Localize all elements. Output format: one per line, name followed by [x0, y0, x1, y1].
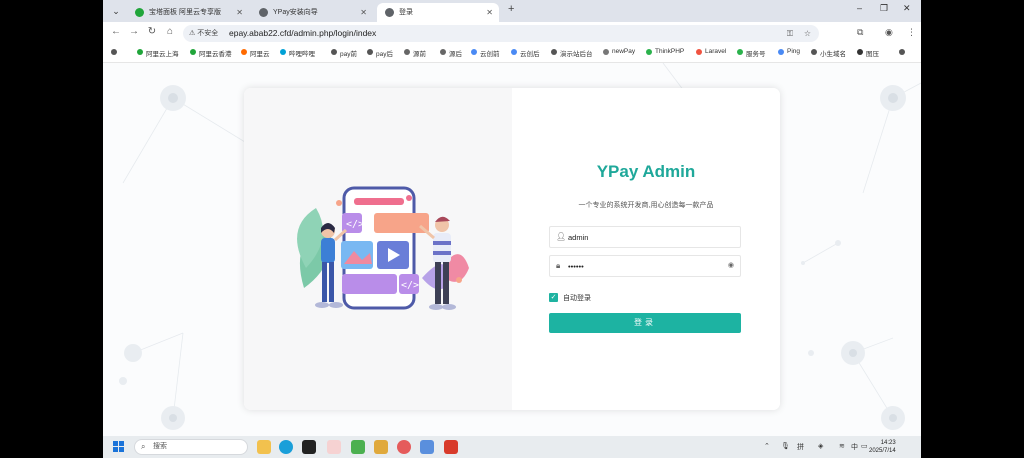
login-card: </> </> YPay Admin 一个专业的系统开发商,用心创造每一款产品 … — [244, 88, 780, 410]
tab-strip: ⌄ 宝塔面板 阿里云专享版 ✕ YPay安装向导 ✕ 登录 ✕ + – ❐ ✕ — [103, 0, 921, 22]
svg-text:</>: </> — [401, 280, 419, 291]
close-icon[interactable]: ✕ — [486, 3, 493, 22]
close-icon[interactable]: ✕ — [236, 3, 243, 22]
checkmark-icon[interactable]: ✓ — [549, 293, 558, 302]
app-title: YPay Admin — [596, 162, 696, 181]
password-key-icon[interactable]: ⚿ — [787, 25, 793, 42]
tab-title: 宝塔面板 阿里云专享版 — [149, 9, 221, 16]
bookmark-item[interactable]: pay后 — [367, 48, 393, 58]
forward-arrow-icon[interactable]: → — [127, 26, 141, 37]
remember-me-label[interactable]: 自动登录 — [563, 293, 591, 303]
bookmark-item[interactable]: 服务号 — [737, 48, 766, 58]
eye-icon[interactable]: ◉ — [728, 261, 734, 269]
clock-date: 2025/7/14 — [869, 448, 896, 454]
login-page: </> </> YPay Admin 一个专业的系统开发商,用心创造每一款产品 … — [103, 63, 921, 436]
globe-icon — [385, 8, 394, 17]
bookmarks-bar: ⊞ 阿里云上海 阿里云香港 阿里云 哔哩哔哩 pay前 pay后 源前 源后 云… — [103, 44, 921, 63]
tab-title: YPay安装向导 — [273, 9, 318, 16]
user-icon: 👤︎ — [556, 232, 567, 241]
bookmark-item[interactable]: Laravel — [696, 48, 726, 55]
tab-ypay-install[interactable]: YPay安装向导 ✕ — [251, 3, 373, 22]
username-input[interactable] — [568, 230, 718, 245]
wifi-icon[interactable]: ≋ — [839, 442, 845, 450]
windows-start-icon[interactable] — [113, 441, 125, 453]
password-field[interactable]: 🔒︎ ◉ — [549, 255, 741, 277]
wechat-app-icon[interactable] — [351, 440, 365, 454]
apps-grid-icon[interactable]: ⊞ — [111, 48, 118, 56]
url-text[interactable]: epay.abab22.cfd/admin.php/login/index — [229, 25, 376, 42]
shield-icon — [135, 8, 144, 17]
bookmark-item[interactable]: 哔哩哔哩 — [280, 48, 315, 58]
ime-mode[interactable]: 中 — [851, 442, 858, 452]
bookmark-item[interactable]: 阿里云 — [241, 48, 270, 58]
tray-chevron-up-icon[interactable]: ⌃ — [764, 442, 770, 450]
bookmark-item[interactable]: 阿里云香港 — [190, 48, 232, 58]
menu-kebab-icon[interactable]: ⋮ — [907, 27, 916, 38]
tab-search-chevron-icon[interactable]: ⌄ — [109, 4, 123, 18]
lock-icon: 🔒︎ — [556, 261, 561, 270]
bookmark-item[interactable]: ThinkPHP — [646, 48, 684, 55]
reload-icon[interactable]: ↻ — [145, 26, 159, 37]
bookmark-item[interactable]: 阿里云上海 — [137, 48, 179, 58]
illustration-panel: </> </> — [244, 88, 512, 410]
microphone-icon[interactable]: 🎙︎ — [781, 442, 790, 450]
app-subtitle: 一个专业的系统开发商,用心创造每一款产品 — [578, 202, 714, 209]
security-app-icon[interactable]: ◈ — [818, 442, 823, 450]
bookmark-item[interactable]: 小生域名 — [811, 48, 846, 58]
home-icon[interactable]: ⌂ — [163, 26, 177, 37]
insecure-warning-icon[interactable]: ⚠ 不安全 — [189, 25, 218, 42]
taskbar-search-placeholder: 搜索 — [153, 443, 167, 450]
globe-icon — [259, 8, 268, 17]
battery-icon[interactable]: ▭ — [861, 442, 868, 450]
ime-language[interactable]: 拼 — [797, 442, 804, 452]
username-field[interactable]: 👤︎ — [549, 226, 741, 248]
tiktok-app-icon[interactable] — [302, 440, 316, 454]
tab-baota[interactable]: 宝塔面板 阿里云专享版 ✕ — [127, 3, 249, 22]
bookmark-item[interactable]: 演示站后台 — [551, 48, 593, 58]
minimize-button[interactable]: – — [857, 3, 862, 13]
tab-login[interactable]: 登录 ✕ — [377, 3, 499, 22]
bookmark-star-icon[interactable]: ☆ — [804, 25, 811, 42]
edge-app-icon[interactable] — [279, 440, 293, 454]
bookmark-item[interactable]: newPay — [603, 48, 635, 55]
close-window-button[interactable]: ✕ — [903, 3, 911, 14]
notepad-app-icon[interactable] — [420, 440, 434, 454]
chrome-app-icon[interactable] — [257, 440, 271, 454]
bookmark-item[interactable]: Ping — [778, 48, 800, 55]
insecure-label: 不安全 — [197, 30, 219, 37]
bookmark-item[interactable]: 源后 — [440, 48, 462, 58]
login-button[interactable]: 登录 — [549, 313, 741, 333]
bookmark-item[interactable]: 云创后 — [511, 48, 540, 58]
search-icon: ⌕ — [141, 442, 146, 451]
tab-title: 登录 — [399, 9, 413, 16]
password-input[interactable] — [568, 259, 718, 274]
back-arrow-icon[interactable]: ← — [109, 26, 123, 37]
taskbar: ⌕ 搜索 ⌃ 🎙︎ 拼 ◈ ≋ 中 ▭ 14:23 2025/7/14 — [103, 436, 921, 458]
browser-window: ⌄ 宝塔面板 阿里云专享版 ✕ YPay安装向导 ✕ 登录 ✕ + – ❐ ✕ … — [103, 0, 921, 458]
address-bar[interactable]: ⚠ 不安全 epay.abab22.cfd/admin.php/login/in… — [183, 25, 819, 42]
more-bookmarks-chevron-icon[interactable]: » — [899, 48, 905, 55]
system-clock[interactable]: 14:23 2025/7/14 — [869, 439, 896, 455]
close-icon[interactable]: ✕ — [360, 3, 367, 22]
login-form-panel: YPay Admin 一个专业的系统开发商,用心创造每一款产品 👤︎ 🔒︎ ◉ … — [512, 88, 780, 410]
app-icon[interactable] — [397, 440, 411, 454]
restore-button[interactable]: ❐ — [880, 3, 888, 14]
file-explorer-app-icon[interactable] — [374, 440, 388, 454]
wps-app-icon[interactable] — [444, 440, 458, 454]
developers-illustration: </> </> — [297, 186, 469, 310]
bookmark-item[interactable]: 图压 — [857, 48, 879, 58]
new-tab-button[interactable]: + — [508, 3, 514, 15]
bookmark-item[interactable]: 云创前 — [471, 48, 500, 58]
qq-app-icon[interactable] — [327, 440, 341, 454]
taskbar-search[interactable]: ⌕ 搜索 — [134, 439, 248, 455]
profile-icon[interactable]: ◉ — [885, 27, 893, 38]
svg-text:</>: </> — [346, 219, 364, 230]
extensions-icon[interactable]: ⧉ — [857, 27, 863, 38]
clock-time: 14:23 — [880, 440, 896, 446]
bookmark-item[interactable]: 源前 — [404, 48, 426, 58]
browser-toolbar: ← → ↻ ⌂ ⚠ 不安全 epay.abab22.cfd/admin.php/… — [103, 22, 921, 44]
bookmark-item[interactable]: pay前 — [331, 48, 357, 58]
